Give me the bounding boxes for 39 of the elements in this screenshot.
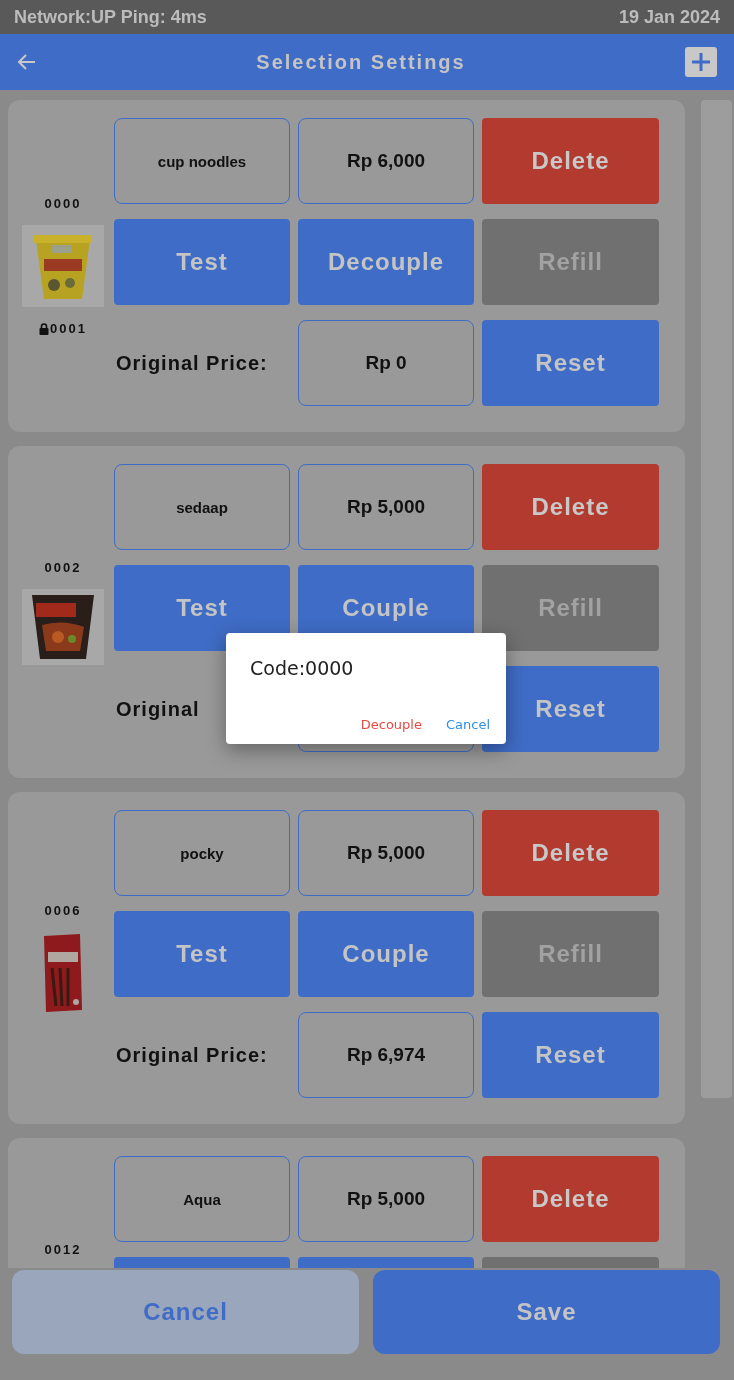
price-field[interactable]: Rp 6,000 [298,118,474,204]
original-price-label: Original Price: [115,350,269,376]
price-field[interactable]: Rp 5,000 [298,1156,474,1242]
product-name-field[interactable]: pocky [114,810,290,896]
test-button[interactable]: Test [114,219,290,305]
test-button[interactable]: Test [114,911,290,997]
delete-button[interactable]: Delete [482,118,659,204]
reset-button[interactable]: Reset [482,320,659,406]
couple-button[interactable]: Couple [298,911,474,997]
product-name-field[interactable]: sedaap [114,464,290,550]
back-icon[interactable] [17,52,37,72]
price-field[interactable]: Rp 5,000 [298,464,474,550]
product-code: 0006 [44,902,82,918]
lock-icon [39,322,50,335]
save-button[interactable]: Save [373,1270,720,1354]
couple-button[interactable]: Decouple [298,219,474,305]
reset-button[interactable]: Reset [482,1012,659,1098]
add-button[interactable] [685,47,717,77]
delete-button[interactable]: Delete [482,810,659,896]
price-field[interactable]: Rp 5,000 [298,810,474,896]
dialog-button[interactable]: Decouple [360,717,422,732]
product-code: 0002 [44,559,82,575]
product-code: 0012 [44,1242,82,1257]
product-code: 0000 [44,196,82,211]
locked-code: 0001 [50,321,87,336]
original-price-label: Original Price: [115,1042,269,1068]
cancel-button[interactable]: Cancel [12,1270,359,1354]
date: 19 Jan 2024 [618,6,720,28]
plus-icon [691,52,711,72]
product-name-field[interactable]: Aqua [114,1156,290,1242]
test-button[interactable]: Test [114,565,290,651]
original-price-field[interactable]: Rp 0 [298,320,474,406]
original-price-field[interactable]: Rp 6,974 [298,1012,474,1098]
dialog-message: Code:0000 [250,657,355,679]
delete-button[interactable]: Delete [482,464,659,550]
page-title: Selection Settings [256,50,466,74]
network-status: Network:UP Ping: 4ms [14,6,207,28]
delete-button[interactable]: Delete [482,1156,659,1242]
product-name-field[interactable]: cup noodles [114,118,290,204]
